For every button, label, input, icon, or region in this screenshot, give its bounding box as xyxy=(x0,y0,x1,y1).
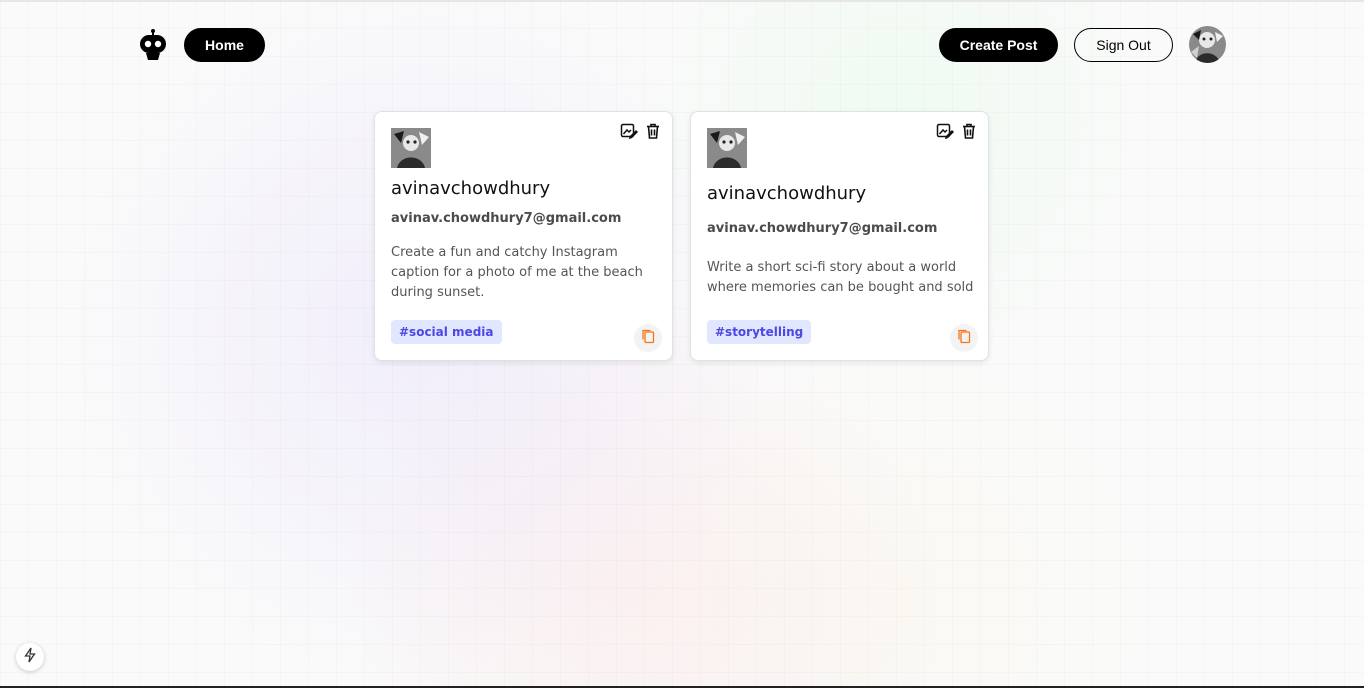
top-rule xyxy=(0,0,1364,2)
avatar[interactable] xyxy=(1189,26,1226,63)
avatar[interactable] xyxy=(391,128,431,168)
prompt-text: Create a fun and catchy Instagram captio… xyxy=(391,245,643,300)
prompt-card: avinavchowdhury avinav.chowdhury7@gmail.… xyxy=(690,111,989,361)
trash-icon[interactable] xyxy=(960,122,978,140)
username: avinavchowdhury xyxy=(391,178,551,199)
avatar[interactable] xyxy=(707,128,747,168)
prompt-text: Write a short sci-fi story about a world… xyxy=(707,260,974,295)
edit-icon[interactable] xyxy=(620,122,639,140)
card-actions xyxy=(620,122,662,140)
dev-indicator-button[interactable] xyxy=(16,643,44,671)
home-button[interactable]: Home xyxy=(184,28,265,62)
lightning-icon xyxy=(23,647,37,668)
trash-icon[interactable] xyxy=(644,122,662,140)
prompt-card: avinavchowdhury avinav.chowdhury7@gmail.… xyxy=(374,111,673,361)
tag-badge[interactable]: #storytelling xyxy=(707,320,812,344)
copy-icon xyxy=(956,328,972,349)
user-email: avinav.chowdhury7@gmail.com xyxy=(391,211,622,226)
edit-icon[interactable] xyxy=(936,122,955,140)
card-actions xyxy=(936,122,978,140)
copy-button[interactable] xyxy=(634,324,662,352)
tag-badge[interactable]: #social media xyxy=(391,320,502,344)
robot-icon[interactable] xyxy=(138,29,168,61)
create-post-button[interactable]: Create Post xyxy=(939,28,1058,62)
copy-button[interactable] xyxy=(950,324,978,352)
sign-out-button[interactable]: Sign Out xyxy=(1074,28,1173,62)
copy-icon xyxy=(640,328,656,349)
username: avinavchowdhury xyxy=(707,183,867,204)
top-nav: Home Create Post Sign Out xyxy=(138,26,1226,63)
user-email: avinav.chowdhury7@gmail.com xyxy=(707,221,938,236)
